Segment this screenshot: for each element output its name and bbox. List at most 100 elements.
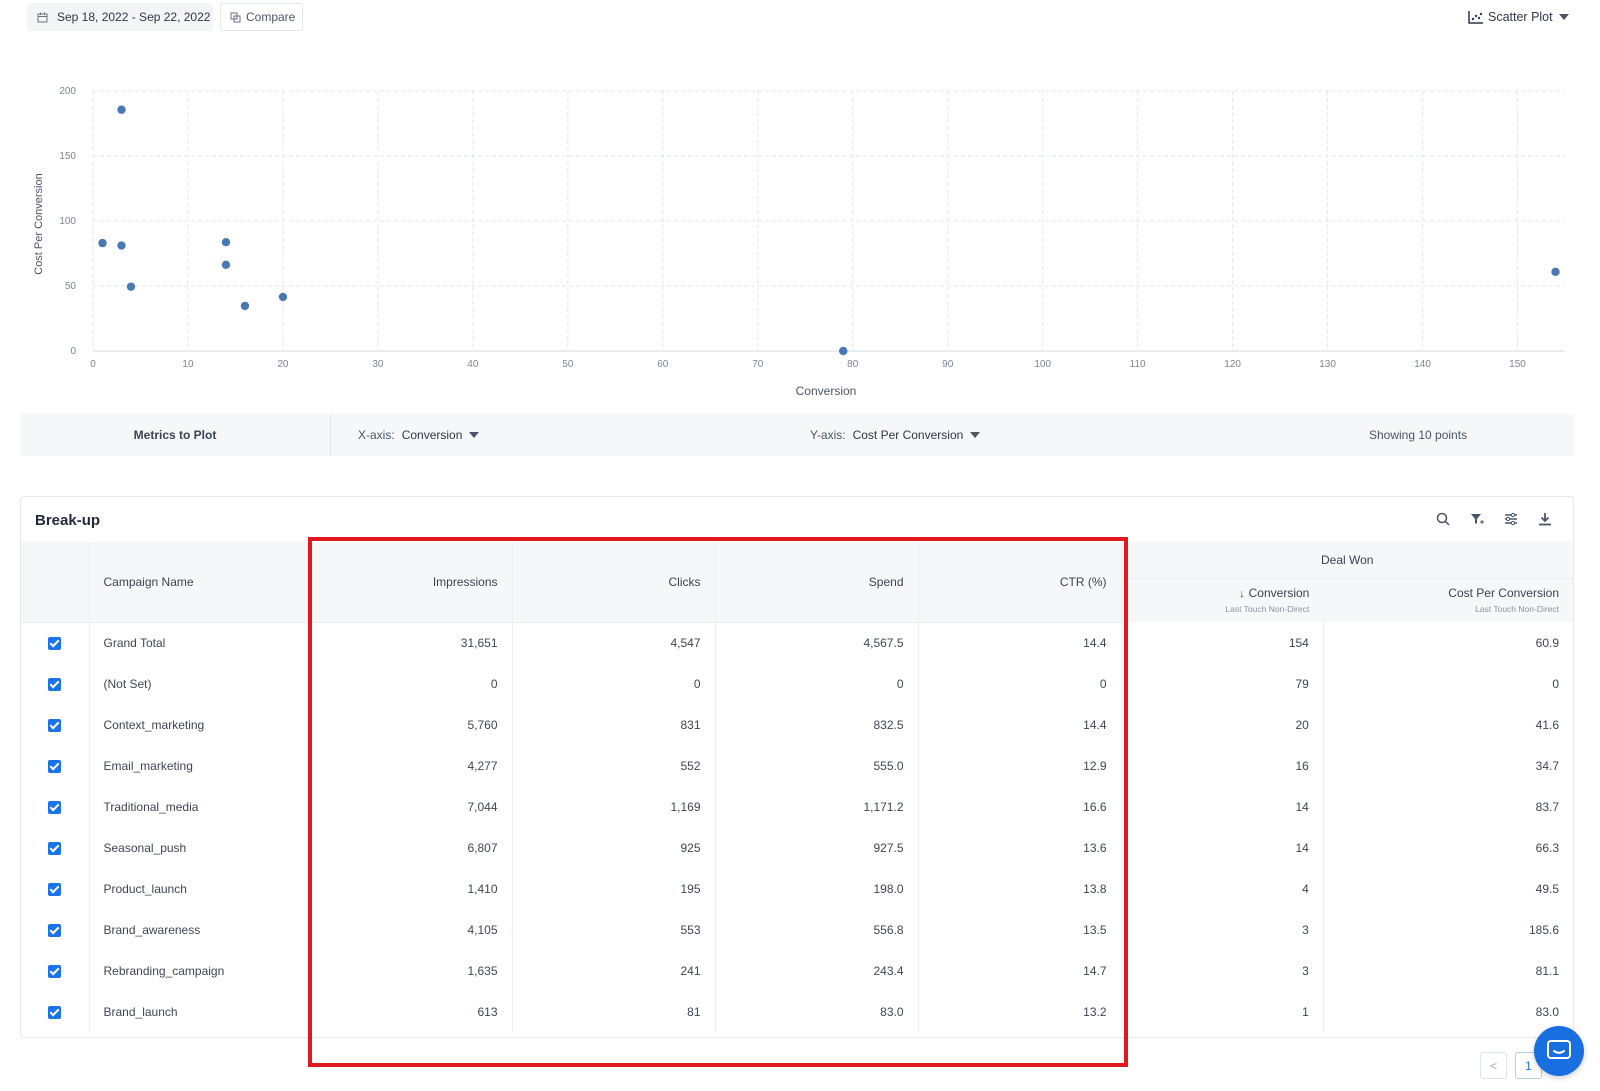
table-row[interactable]: Context_marketing 5,760 831 832.5 14.4 20 41.6 [21, 704, 1573, 745]
cell-ctr: 13.6 [918, 827, 1122, 868]
header-clicks[interactable]: Clicks [512, 542, 716, 623]
chevron-down-icon [469, 432, 480, 438]
y-axis-value: Cost Per Conversion [852, 428, 964, 442]
cell-clicks: 195 [512, 868, 716, 909]
cell-cost-per-conversion: 60.9 [1535, 635, 1559, 650]
plot-type-dropdown[interactable]: Scatter Plot [1468, 6, 1569, 28]
cell-conversion: 14 [1121, 786, 1324, 827]
y-tick-label: 50 [65, 281, 77, 292]
checkbox-checked-icon[interactable] [48, 759, 62, 773]
checkbox-checked-icon[interactable] [48, 1005, 62, 1019]
cell-clicks: 553 [512, 909, 716, 950]
select-column-header [21, 542, 90, 623]
cell-clicks: 552 [512, 745, 716, 786]
x-tick-label: 40 [467, 359, 479, 370]
header-conversion[interactable]: ↓ Conversion Last Touch Non-Direct [1121, 578, 1324, 622]
row-checkbox[interactable] [21, 622, 90, 663]
table-row[interactable]: Brand_awareness 4,105 553 556.8 13.5 3 185.6 [21, 909, 1573, 950]
columns-settings-icon[interactable] [1503, 511, 1519, 527]
prev-page-button[interactable]: < [1480, 1052, 1507, 1079]
x-axis-value: Conversion [401, 428, 463, 442]
chevron-down-icon [1558, 14, 1569, 20]
cell-conversion: 4 [1121, 868, 1324, 909]
scatter-point[interactable] [117, 105, 126, 114]
header-cpc-label: Cost Per Conversion [1448, 586, 1559, 601]
header-ctr[interactable]: CTR (%) [918, 542, 1122, 623]
date-range-picker[interactable]: Sep 18, 2022 - Sep 22, 2022 [27, 3, 213, 31]
table-row[interactable]: Email_marketing 4,277 552 555.0 12.9 16 34.7 [21, 745, 1573, 786]
row-checkbox[interactable] [21, 827, 90, 868]
cell-conversion: 3 [1121, 950, 1324, 991]
checkbox-checked-icon[interactable] [48, 923, 62, 937]
checkbox-checked-icon[interactable] [48, 677, 62, 691]
table-row[interactable]: Seasonal_push 6,807 925 927.5 13.6 14 66.3 [21, 827, 1573, 868]
header-cost-per-conversion[interactable]: Cost Per Conversion Last Touch Non-Direc… [1323, 578, 1573, 622]
checkbox-checked-icon[interactable] [48, 718, 62, 732]
scatter-plot-icon [1468, 10, 1483, 24]
row-checkbox[interactable] [21, 991, 90, 1032]
chat-launcher-button[interactable] [1534, 1026, 1584, 1076]
cell-clicks: 81 [512, 991, 716, 1032]
row-checkbox[interactable] [21, 950, 90, 991]
row-checkbox[interactable] [21, 909, 90, 950]
row-checkbox[interactable] [21, 663, 90, 704]
cell-ctr: 12.9 [918, 745, 1122, 786]
scatter-point[interactable] [126, 282, 136, 291]
filter-icon[interactable] [1469, 511, 1485, 527]
table-row[interactable]: Rebranding_campaign 1,635 241 243.4 14.7 3 81.… [21, 950, 1573, 991]
cell-campaign-name: Brand_launch [89, 991, 310, 1032]
checkbox-checked-icon[interactable] [48, 636, 62, 650]
cell-campaign-name: (Not Set) [89, 663, 310, 704]
cell-conversion: 79 [1121, 663, 1324, 704]
scatter-point[interactable] [221, 237, 231, 247]
metrics-to-plot-bar: Metrics to Plot X-axis: Conversion Y-axi… [20, 414, 1574, 456]
cell-ctr: 13.2 [918, 991, 1122, 1032]
download-icon[interactable] [1537, 511, 1553, 527]
cell-ctr: 13.8 [918, 868, 1122, 909]
compare-icon [230, 12, 241, 22]
checkbox-checked-icon[interactable] [48, 800, 62, 814]
scatter-point[interactable] [240, 301, 250, 311]
row-checkbox[interactable] [21, 704, 90, 745]
y-axis-selector[interactable]: Y-axis: Cost Per Conversion [810, 428, 981, 442]
cell-cost-per-conversion: 83.7 [1535, 799, 1559, 814]
header-spend[interactable]: Spend [715, 542, 919, 623]
cell-clicks: 925 [512, 827, 716, 868]
header-campaign-name[interactable]: Campaign Name [89, 542, 310, 623]
checkbox-checked-icon[interactable] [48, 882, 62, 896]
table-row[interactable]: Product_launch 1,410 195 198.0 13.8 4 49.5 [21, 868, 1573, 909]
y-axis-label: Y-axis: [810, 428, 846, 442]
scatter-point[interactable] [278, 292, 288, 302]
table-row[interactable]: Brand_launch 613 81 83.0 13.2 1 83.0 [21, 991, 1573, 1032]
checkbox-checked-icon[interactable] [48, 841, 62, 855]
compare-button[interactable]: Compare [220, 3, 303, 31]
table-row[interactable]: (Not Set) 0 0 0 0 79 0 [21, 663, 1573, 704]
header-conversion-label: Conversion [1248, 586, 1310, 601]
row-checkbox[interactable] [21, 745, 90, 786]
scatter-point[interactable] [221, 260, 231, 270]
cell-conversion: 154 [1121, 622, 1324, 663]
chart-grid [92, 90, 1565, 352]
y-tick-label: 100 [59, 216, 76, 227]
x-tick-label: 10 [182, 359, 194, 370]
x-axis-selector[interactable]: X-axis: Conversion [358, 428, 480, 442]
table-row[interactable]: Grand Total 31,651 4,547 4,567.5 14.4 154 60.9 [21, 622, 1573, 663]
sort-arrow-down-icon: ↓ [1239, 588, 1245, 601]
cell-conversion: 20 [1121, 704, 1324, 745]
cell-impressions: 6,807 [309, 827, 513, 868]
checkbox-checked-icon[interactable] [48, 964, 62, 978]
table-row[interactable]: Traditional_media 7,044 1,169 1,171.2 16.6 14… [21, 786, 1573, 827]
scatter-point[interactable] [839, 346, 848, 356]
cell-ctr: 14.7 [918, 950, 1122, 991]
row-checkbox[interactable] [21, 786, 90, 827]
calendar-icon [37, 12, 48, 22]
row-checkbox[interactable] [21, 868, 90, 909]
cell-clicks: 1,169 [512, 786, 716, 827]
scatter-point[interactable] [1551, 267, 1560, 277]
scatter-point[interactable] [98, 238, 107, 248]
cell-ctr: 0 [918, 663, 1122, 704]
cell-cost-per-conversion: 83.0 [1535, 1004, 1559, 1019]
search-icon[interactable] [1435, 511, 1451, 527]
header-impressions[interactable]: Impressions [309, 542, 513, 623]
scatter-point[interactable] [117, 241, 126, 250]
